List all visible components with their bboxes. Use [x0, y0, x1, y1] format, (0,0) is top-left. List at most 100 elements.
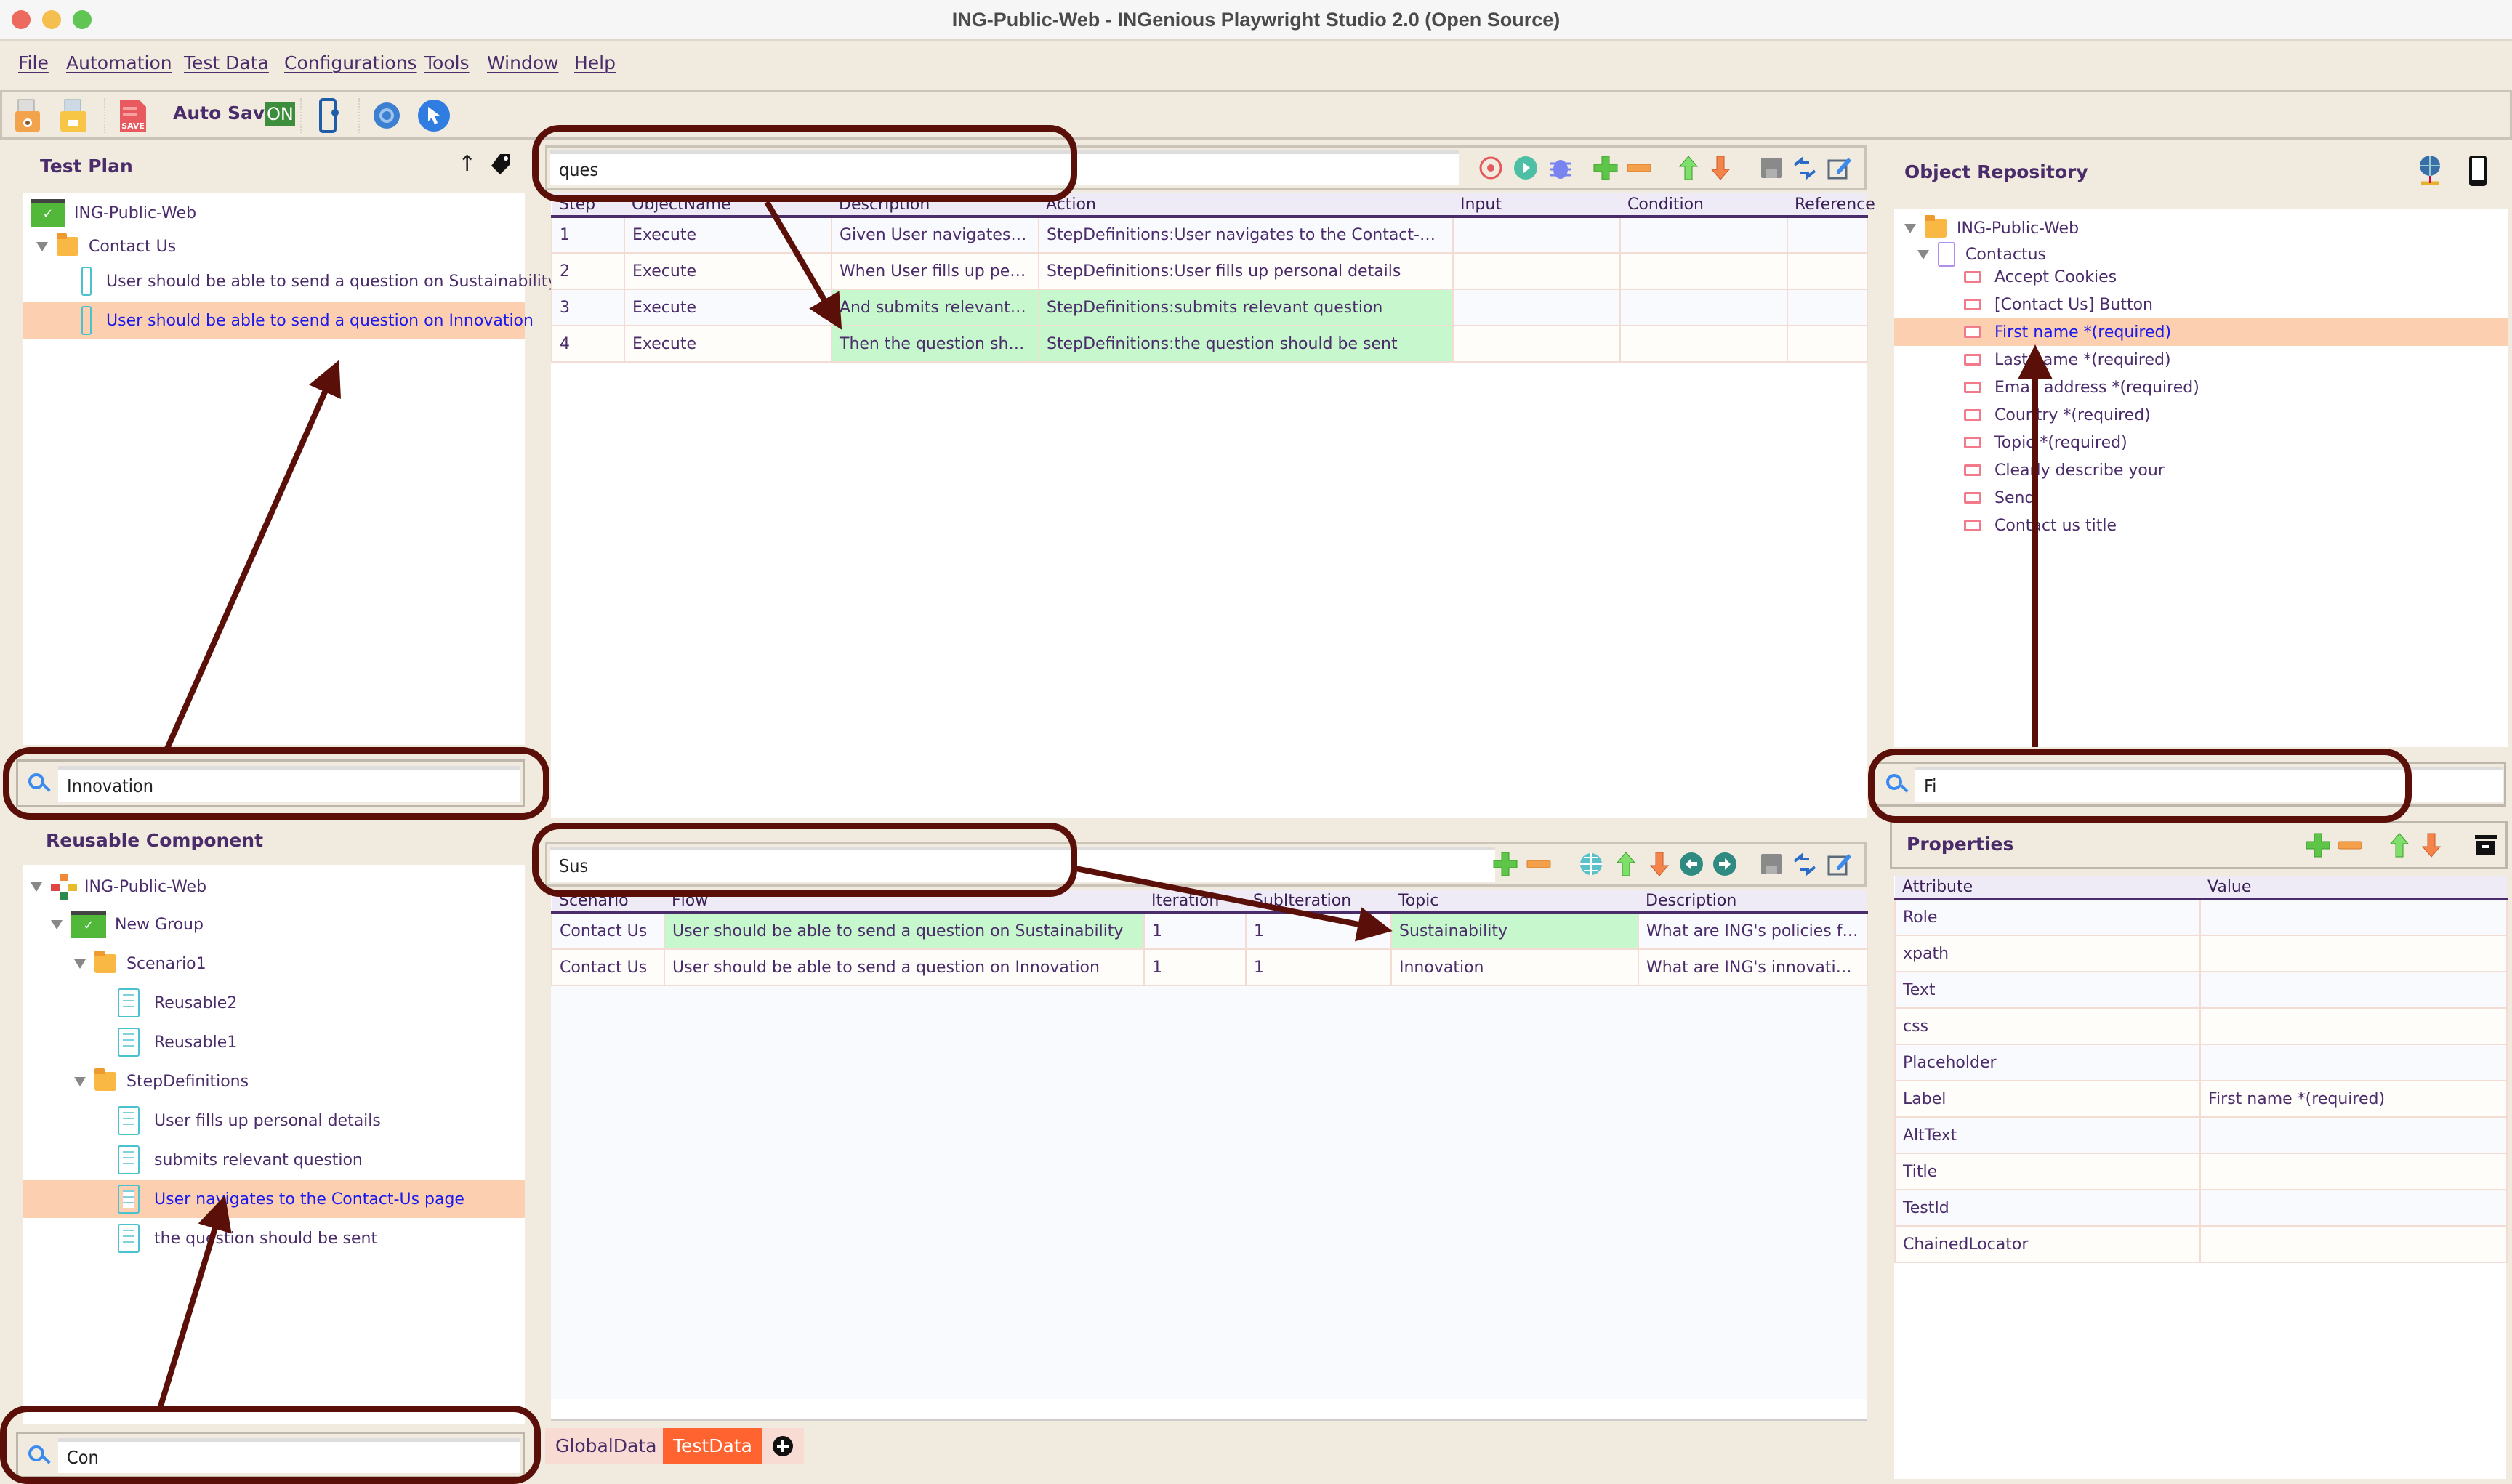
property-row[interactable]: css	[1894, 1007, 2508, 1045]
save-project-icon[interactable]	[59, 98, 88, 133]
menu-help[interactable]: Help	[574, 52, 616, 73]
cell-condition[interactable]	[1619, 325, 1788, 363]
cell-attribute[interactable]: TestId	[1894, 1189, 2201, 1227]
cell-topic[interactable]: Sustainability	[1390, 912, 1639, 950]
cell-step[interactable]: 3	[551, 289, 625, 326]
or-object[interactable]: Topic *(required)	[1894, 429, 2508, 456]
cell-flow[interactable]: User should be able to send a question o…	[664, 912, 1145, 950]
col-subiteration[interactable]: SubIteration	[1246, 890, 1391, 914]
tab-globaldata[interactable]: GlobalData	[545, 1428, 667, 1464]
cell-attribute[interactable]: Label	[1894, 1080, 2201, 1118]
move-up-icon[interactable]	[1613, 851, 1639, 877]
cell-value[interactable]	[2199, 1007, 2508, 1045]
sync-icon[interactable]	[1792, 851, 1818, 877]
cell-scenario[interactable]: Contact Us	[551, 912, 665, 950]
cell-input[interactable]	[1452, 325, 1621, 363]
auto-save-toggle[interactable]: ON	[265, 102, 295, 126]
cell-reference[interactable]	[1787, 325, 1868, 363]
property-row[interactable]: Title	[1894, 1153, 2508, 1190]
tree-node-reusable-root[interactable]: ING-Public-Web	[23, 868, 525, 906]
expand-icon[interactable]	[36, 241, 48, 251]
property-row[interactable]: Placeholder	[1894, 1044, 2508, 1081]
web-inspector-icon[interactable]	[416, 98, 450, 133]
move-left-icon[interactable]	[1678, 851, 1704, 877]
menu-automation[interactable]: Automation	[66, 52, 172, 73]
expand-icon[interactable]	[51, 919, 63, 929]
menu-test-data[interactable]: Test Data	[184, 52, 269, 73]
test-data-row[interactable]: Contact Us User should be able to send a …	[551, 948, 1868, 986]
globe-icon[interactable]	[1578, 851, 1604, 877]
save-disk-icon[interactable]	[1758, 155, 1784, 181]
expand-icon[interactable]	[1917, 249, 1929, 259]
mobile-objects-icon[interactable]	[2468, 154, 2488, 187]
property-row[interactable]: xpath	[1894, 935, 2508, 972]
property-row[interactable]: Role	[1894, 898, 2508, 936]
test-data-row[interactable]: Contact Us User should be able to send a …	[551, 912, 1868, 950]
cell-topic[interactable]: Innovation	[1390, 948, 1639, 986]
cell-iteration[interactable]: 1	[1143, 912, 1247, 950]
cell-input[interactable]	[1452, 252, 1621, 290]
sync-icon[interactable]	[1792, 155, 1818, 181]
settings-gear-icon[interactable]	[369, 98, 400, 133]
cell-reference[interactable]	[1787, 252, 1868, 290]
save-disk-icon[interactable]	[1758, 851, 1784, 877]
cell-object[interactable]: Execute	[624, 289, 832, 326]
col-description[interactable]: Description	[1638, 890, 1867, 914]
or-object-selected[interactable]: First name *(required)	[1894, 318, 2508, 346]
cell-reference[interactable]	[1787, 216, 1868, 254]
or-object[interactable]: Clearly describe your	[1894, 456, 2508, 484]
cell-description[interactable]: When User fills up pers...	[831, 252, 1039, 290]
col-iteration[interactable]: Iteration	[1144, 890, 1246, 914]
debug-bug-icon[interactable]	[1547, 155, 1574, 181]
move-down-icon[interactable]	[2418, 832, 2444, 858]
cell-attribute[interactable]: Role	[1894, 898, 2201, 936]
cell-action[interactable]: StepDefinitions:User navigates to the Co…	[1038, 216, 1454, 254]
or-object[interactable]: Send	[1894, 484, 2508, 512]
tree-node-testcase-selected[interactable]: User should be able to send a question o…	[23, 302, 534, 339]
edit-icon[interactable]	[1827, 155, 1853, 181]
add-row-icon[interactable]	[1593, 155, 1619, 181]
cell-subiteration[interactable]: 1	[1245, 912, 1392, 950]
archive-icon[interactable]	[2473, 832, 2500, 858]
or-object[interactable]: Contact us title	[1894, 512, 2508, 539]
property-row[interactable]: TestId	[1894, 1189, 2508, 1227]
col-reference[interactable]: Reference	[1787, 193, 1875, 218]
cell-scenario[interactable]: Contact Us	[551, 948, 665, 986]
property-row[interactable]: Text	[1894, 971, 2508, 1009]
cell-reference[interactable]	[1787, 289, 1868, 326]
or-object[interactable]: [Contact Us] Button	[1894, 291, 2508, 318]
cell-value[interactable]	[2199, 1153, 2508, 1190]
tree-node-testcase[interactable]: User should be able to send a question o…	[23, 262, 557, 300]
cell-value[interactable]: First name *(required)	[2199, 1080, 2508, 1118]
tree-node-folder[interactable]: Scenario1	[23, 945, 525, 983]
cell-value[interactable]	[2199, 935, 2508, 972]
test-step-row[interactable]: 4 Execute Then the question shoul... StepDe…	[551, 325, 1868, 363]
cell-description[interactable]: What are ING's innovation pol..	[1638, 948, 1868, 986]
web-objects-icon[interactable]	[2417, 154, 2443, 187]
cell-step[interactable]: 2	[551, 252, 625, 290]
cell-attribute[interactable]: Title	[1894, 1153, 2201, 1190]
menu-tools[interactable]: Tools	[424, 52, 470, 73]
run-icon[interactable]	[1513, 155, 1539, 181]
tree-node-group[interactable]: ✓ New Group	[23, 906, 525, 943]
cell-object[interactable]: Execute	[624, 325, 832, 363]
cell-value[interactable]	[2199, 971, 2508, 1009]
record-icon[interactable]	[1478, 155, 1504, 181]
cell-condition[interactable]	[1619, 289, 1788, 326]
cell-condition[interactable]	[1619, 216, 1788, 254]
col-condition[interactable]: Condition	[1620, 193, 1787, 218]
tree-node-scenario[interactable]: Contact Us	[23, 227, 525, 265]
cell-attribute[interactable]: AltText	[1894, 1116, 2201, 1154]
or-object[interactable]: Country *(required)	[1894, 401, 2508, 429]
col-action[interactable]: Action	[1039, 193, 1453, 218]
cell-action[interactable]: StepDefinitions:submits relevant questio…	[1038, 289, 1454, 326]
test-step-row[interactable]: 1 Execute Given User navigates to... StepDe…	[551, 216, 1868, 254]
cell-object[interactable]: Execute	[624, 252, 832, 290]
test-step-row[interactable]: 2 Execute When User fills up pers... StepDe…	[551, 252, 1868, 290]
or-object[interactable]: Accept Cookies	[1894, 263, 2508, 291]
cell-action[interactable]: StepDefinitions:User fills up personal d…	[1038, 252, 1454, 290]
col-attribute[interactable]: Attribute	[1895, 876, 2200, 900]
tree-node-reusable-selected[interactable]: User navigates to the Contact-Us page	[23, 1180, 525, 1218]
col-input[interactable]: Input	[1453, 193, 1620, 218]
cell-value[interactable]	[2199, 1225, 2508, 1263]
